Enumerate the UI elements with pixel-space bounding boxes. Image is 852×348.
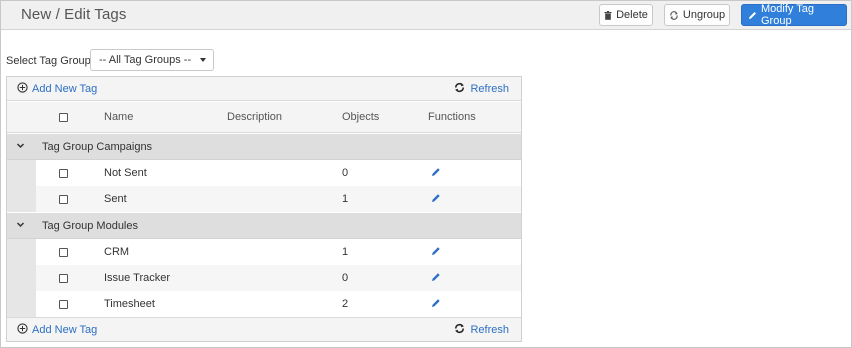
tag-group-select[interactable]: -- All Tag Groups --	[90, 49, 214, 71]
edit-pencil-icon[interactable]	[431, 272, 441, 285]
refresh-label: Refresh	[470, 323, 509, 336]
column-description: Description	[227, 111, 283, 123]
tags-window: New / Edit Tags Delete Ungroup Modify Ta…	[0, 0, 852, 348]
table-row: Sent 1	[7, 186, 521, 212]
row-checkbox[interactable]	[59, 274, 68, 283]
row-indent	[7, 239, 36, 265]
tag-group-title: Tag Group Campaigns	[42, 141, 153, 153]
trash-icon	[604, 10, 612, 20]
table-toolbar-bottom: Add New Tag Refresh	[7, 317, 521, 341]
modify-tag-group-button[interactable]: Modify Tag Group	[741, 3, 847, 27]
edit-pencil-icon[interactable]	[431, 193, 441, 206]
refresh-icon	[454, 82, 465, 96]
table-row: Timesheet 2	[7, 291, 521, 317]
chevron-down-icon[interactable]	[16, 220, 25, 232]
add-new-tag-link-bottom[interactable]: Add New Tag	[17, 322, 98, 337]
tag-name: CRM	[104, 246, 130, 258]
ungroup-icon	[669, 10, 679, 20]
row-indent	[7, 265, 36, 291]
delete-button[interactable]: Delete	[599, 4, 653, 26]
edit-pencil-icon[interactable]	[431, 167, 441, 180]
row-checkbox[interactable]	[59, 195, 68, 204]
ungroup-button[interactable]: Ungroup	[664, 4, 730, 26]
tag-group-row[interactable]: Tag Group Campaigns	[7, 134, 521, 160]
table-row: Issue Tracker 0	[7, 265, 521, 291]
refresh-link-top[interactable]: Refresh	[454, 82, 509, 96]
tag-group-row[interactable]: Tag Group Modules	[7, 213, 521, 239]
select-all-checkbox[interactable]	[59, 113, 68, 122]
tag-group-title: Tag Group Modules	[42, 220, 138, 232]
tag-objects-count: 1	[342, 193, 349, 205]
column-name: Name	[104, 111, 134, 123]
tag-name: Timesheet	[104, 298, 155, 310]
page-title: New / Edit Tags	[21, 6, 127, 23]
plus-circle-icon	[17, 322, 28, 337]
tag-objects-count: 1	[342, 246, 349, 258]
tag-objects-count: 2	[342, 298, 349, 310]
ungroup-button-label: Ungroup	[682, 9, 726, 21]
tag-objects-count: 0	[342, 167, 349, 179]
plus-circle-icon	[17, 81, 28, 96]
refresh-label: Refresh	[470, 82, 509, 95]
row-checkbox[interactable]	[59, 300, 68, 309]
refresh-icon	[454, 323, 465, 337]
row-indent	[7, 291, 36, 317]
add-new-tag-label: Add New Tag	[32, 82, 98, 95]
tag-objects-count: 0	[342, 272, 349, 284]
chevron-down-icon[interactable]	[16, 141, 25, 153]
table-column-header: Name Description Objects Functions	[7, 102, 521, 133]
edit-pencil-icon[interactable]	[431, 298, 441, 311]
tag-group-select-value: -- All Tag Groups --	[99, 54, 192, 66]
tag-name: Sent	[104, 193, 127, 205]
tag-name: Not Sent	[104, 167, 147, 179]
delete-button-label: Delete	[616, 9, 648, 21]
tag-group-select-label: Select Tag Group	[6, 55, 91, 67]
modify-tag-group-button-label: Modify Tag Group	[761, 3, 814, 27]
edit-pencil-icon[interactable]	[431, 246, 441, 259]
caret-down-icon	[200, 58, 206, 62]
table-row: Not Sent 0	[7, 160, 521, 186]
row-checkbox[interactable]	[59, 248, 68, 257]
column-functions: Functions	[428, 111, 476, 123]
tags-table-panel: Add New Tag Refresh Name Description Obj…	[6, 76, 522, 342]
add-new-tag-link-top[interactable]: Add New Tag	[17, 81, 98, 96]
row-indent	[7, 160, 36, 186]
add-new-tag-label: Add New Tag	[32, 323, 98, 336]
page-header: New / Edit Tags Delete Ungroup Modify Ta…	[1, 1, 851, 30]
table-toolbar-top: Add New Tag Refresh	[7, 77, 521, 101]
tag-name: Issue Tracker	[104, 272, 171, 284]
table-row: CRM 1	[7, 239, 521, 265]
pencil-icon	[748, 11, 757, 20]
row-checkbox[interactable]	[59, 169, 68, 178]
column-objects: Objects	[342, 111, 380, 123]
row-indent	[7, 186, 36, 212]
refresh-link-bottom[interactable]: Refresh	[454, 323, 509, 337]
